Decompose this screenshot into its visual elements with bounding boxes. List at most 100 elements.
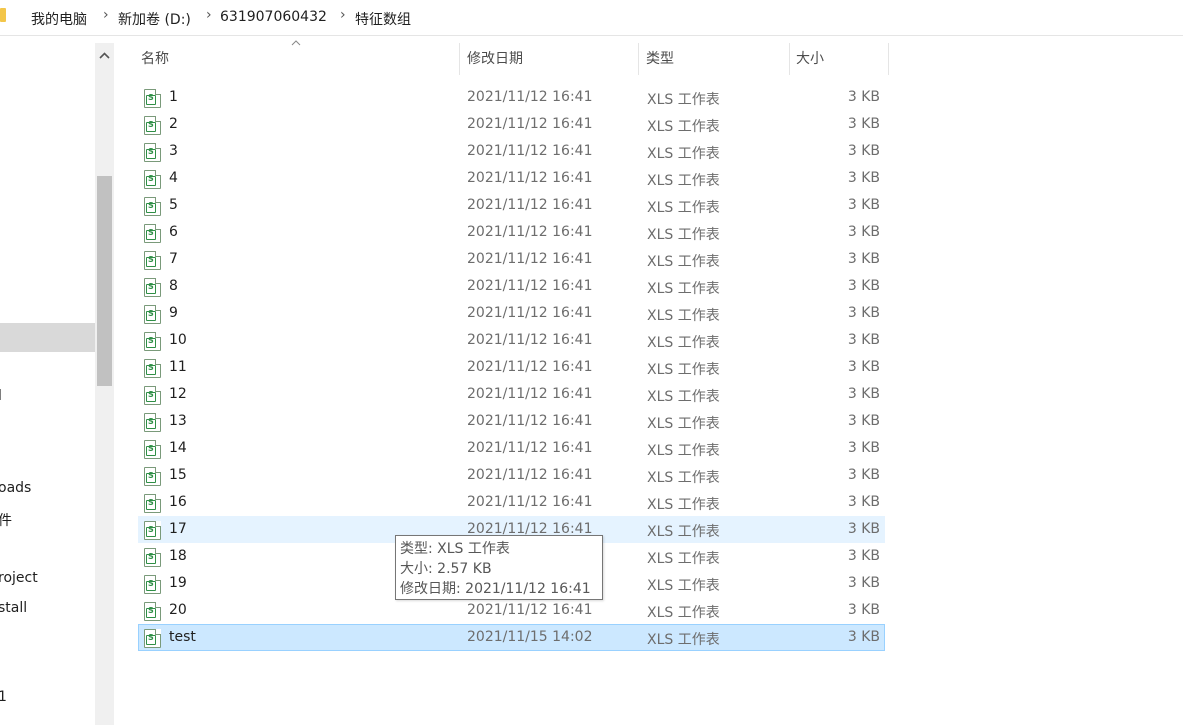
- xls-mark: [146, 390, 156, 402]
- address-bar[interactable]: 我的电脑 › 新加卷 (D:) › 631907060432 › 特征数组: [0, 0, 1183, 36]
- file-modified: 2021/11/12 16:41: [467, 143, 593, 159]
- file-type: XLS 工作表: [647, 632, 720, 648]
- column-header-name[interactable]: 名称: [135, 43, 459, 75]
- column-divider[interactable]: [638, 43, 639, 75]
- xls-file-icon: [144, 332, 161, 351]
- file-list: 名称 修改日期 类型 大小 1 2021/11/12 16:41 XLS 工作表 3 …: [115, 37, 1183, 725]
- file-name: 3: [169, 143, 178, 159]
- file-row[interactable]: 2 2021/11/12 16:41 XLS 工作表 3 KB: [138, 111, 885, 138]
- file-name: 20: [169, 602, 187, 618]
- file-row[interactable]: 9 2021/11/12 16:41 XLS 工作表 3 KB: [138, 300, 885, 327]
- file-name: 19: [169, 575, 187, 591]
- file-size: 3 KB: [847, 521, 880, 537]
- chevron-up-icon[interactable]: [95, 43, 114, 67]
- file-type: XLS 工作表: [647, 173, 720, 189]
- xls-file-icon: [144, 170, 161, 189]
- file-size: 3 KB: [847, 143, 880, 159]
- nav-item[interactable]: l: [0, 388, 2, 404]
- file-size: 3 KB: [847, 278, 880, 294]
- tooltip-modified: 修改日期: 2021/11/12 16:41: [400, 581, 591, 597]
- file-row[interactable]: 3 2021/11/12 16:41 XLS 工作表 3 KB: [138, 138, 885, 165]
- column-header-size[interactable]: 大小: [790, 43, 888, 75]
- xls-mark: [146, 147, 156, 159]
- file-row[interactable]: 7 2021/11/12 16:41 XLS 工作表 3 KB: [138, 246, 885, 273]
- file-name: 6: [169, 224, 178, 240]
- xls-file-icon: [144, 494, 161, 513]
- file-row[interactable]: 10 2021/11/12 16:41 XLS 工作表 3 KB: [138, 327, 885, 354]
- file-name: test: [169, 629, 196, 645]
- file-modified: 2021/11/12 16:41: [467, 224, 593, 240]
- breadcrumb-chevron-icon[interactable]: ›: [103, 7, 109, 23]
- breadcrumb-item-folder[interactable]: 631907060432: [220, 9, 327, 25]
- file-modified: 2021/11/12 16:41: [467, 386, 593, 402]
- xls-file-icon: [144, 629, 161, 648]
- xls-file-icon: [144, 197, 161, 216]
- file-type: XLS 工作表: [647, 254, 720, 270]
- file-row[interactable]: 1 2021/11/12 16:41 XLS 工作表 3 KB: [138, 84, 885, 111]
- file-size: 3 KB: [847, 251, 880, 267]
- file-name: 5: [169, 197, 178, 213]
- file-size: 3 KB: [847, 197, 880, 213]
- file-row[interactable]: 13 2021/11/12 16:41 XLS 工作表 3 KB: [138, 408, 885, 435]
- file-modified: 2021/11/12 16:41: [467, 89, 593, 105]
- nav-item-project[interactable]: roject: [0, 570, 38, 586]
- file-name: 16: [169, 494, 187, 510]
- column-header-modified[interactable]: 修改日期: [461, 43, 638, 75]
- xls-file-icon: [144, 278, 161, 297]
- column-divider[interactable]: [459, 43, 460, 75]
- xls-mark: [146, 525, 156, 537]
- file-row[interactable]: 14 2021/11/12 16:41 XLS 工作表 3 KB: [138, 435, 885, 462]
- file-name: 1: [169, 89, 178, 105]
- file-type: XLS 工作表: [647, 524, 720, 540]
- breadcrumb-item-pc[interactable]: 我的电脑: [31, 9, 87, 29]
- xls-file-icon: [144, 224, 161, 243]
- file-name: 11: [169, 359, 187, 375]
- xls-mark: [146, 444, 156, 456]
- file-row[interactable]: 8 2021/11/12 16:41 XLS 工作表 3 KB: [138, 273, 885, 300]
- file-row[interactable]: test 2021/11/15 14:02 XLS 工作表 3 KB: [138, 624, 885, 651]
- file-size: 3 KB: [847, 494, 880, 510]
- file-modified: 2021/11/12 16:41: [467, 467, 593, 483]
- nav-item[interactable]: 1: [0, 689, 7, 705]
- file-row[interactable]: 4 2021/11/12 16:41 XLS 工作表 3 KB: [138, 165, 885, 192]
- file-row[interactable]: 12 2021/11/12 16:41 XLS 工作表 3 KB: [138, 381, 885, 408]
- file-type: XLS 工作表: [647, 497, 720, 513]
- column-header-type[interactable]: 类型: [640, 43, 789, 75]
- breadcrumb-item-current[interactable]: 特征数组: [355, 9, 411, 29]
- file-modified: 2021/11/12 16:41: [467, 197, 593, 213]
- nav-scrollbar[interactable]: [95, 43, 114, 725]
- breadcrumb-item-drive[interactable]: 新加卷 (D:): [118, 9, 191, 29]
- xls-file-icon: [144, 143, 161, 162]
- file-name: 2: [169, 116, 178, 132]
- file-modified: 2021/11/12 16:41: [467, 413, 593, 429]
- file-row[interactable]: 15 2021/11/12 16:41 XLS 工作表 3 KB: [138, 462, 885, 489]
- nav-selected-item[interactable]: [0, 323, 95, 352]
- file-row[interactable]: 20 2021/11/12 16:41 XLS 工作表 3 KB: [138, 597, 885, 624]
- xls-file-icon: [144, 413, 161, 432]
- nav-item-install[interactable]: stall: [0, 600, 27, 616]
- file-size: 3 KB: [847, 440, 880, 456]
- xls-mark: [146, 363, 156, 375]
- file-row[interactable]: 11 2021/11/12 16:41 XLS 工作表 3 KB: [138, 354, 885, 381]
- nav-item-downloads[interactable]: oads: [0, 480, 31, 496]
- file-modified: 2021/11/12 16:41: [467, 440, 593, 456]
- breadcrumb-chevron-icon[interactable]: ›: [206, 7, 212, 23]
- file-type: XLS 工作表: [647, 416, 720, 432]
- file-modified: 2021/11/12 16:41: [467, 494, 593, 510]
- file-row[interactable]: 6 2021/11/12 16:41 XLS 工作表 3 KB: [138, 219, 885, 246]
- file-name: 14: [169, 440, 187, 456]
- file-size: 3 KB: [847, 170, 880, 186]
- xls-file-icon: [144, 467, 161, 486]
- file-name: 13: [169, 413, 187, 429]
- xls-mark: [146, 93, 156, 105]
- file-name: 10: [169, 332, 187, 348]
- column-divider[interactable]: [888, 43, 889, 75]
- file-info-tooltip: 类型: XLS 工作表 大小: 2.57 KB 修改日期: 2021/11/12…: [395, 535, 603, 600]
- breadcrumb-chevron-icon[interactable]: ›: [340, 7, 346, 23]
- nav-item[interactable]: 件: [0, 510, 12, 530]
- xls-mark: [146, 498, 156, 510]
- file-row[interactable]: 16 2021/11/12 16:41 XLS 工作表 3 KB: [138, 489, 885, 516]
- xls-mark: [146, 174, 156, 186]
- file-row[interactable]: 5 2021/11/12 16:41 XLS 工作表 3 KB: [138, 192, 885, 219]
- scrollbar-thumb[interactable]: [97, 176, 112, 386]
